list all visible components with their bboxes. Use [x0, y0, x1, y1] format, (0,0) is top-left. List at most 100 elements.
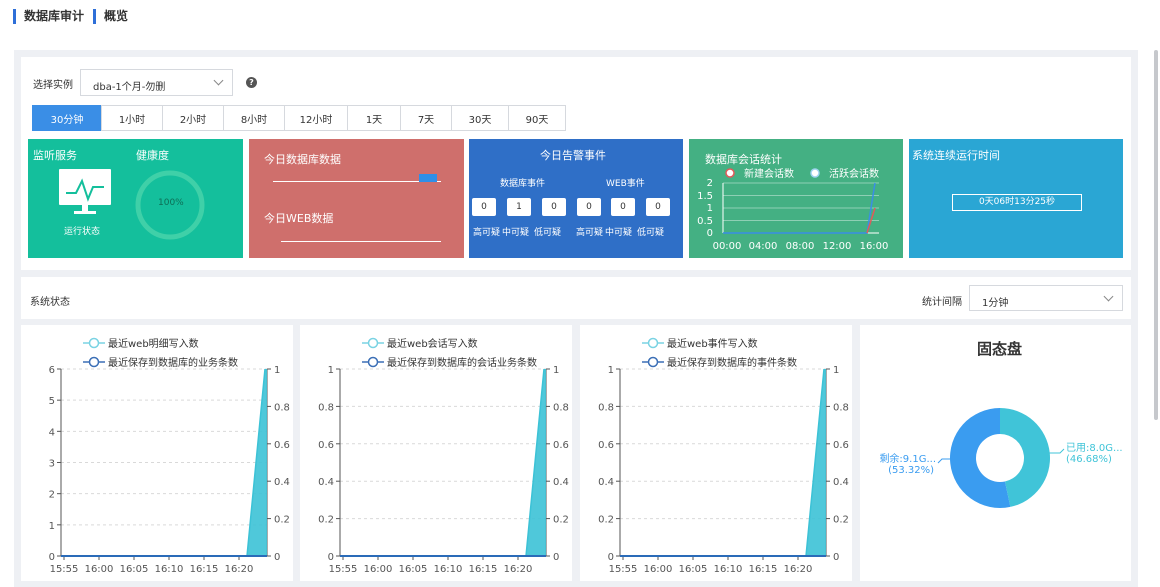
right-tick-label: 0.4 [833, 477, 849, 488]
disk-used-slice [1000, 408, 1050, 507]
interval-label: 统计间隔 [922, 297, 962, 308]
web-session-chart: 最近web会话写入数最近保存到数据库的会话业务条数10.80.60.40.201… [318, 337, 569, 575]
tab-2h[interactable]: 2小时 [162, 105, 224, 131]
sessions-xtick-0400: 04:00 [749, 241, 778, 252]
health-value: 100% [158, 198, 184, 208]
chevron-down-icon [1103, 291, 1114, 302]
page-scrollbar[interactable] [1154, 50, 1158, 420]
left-tick-label: 4 [49, 427, 55, 438]
right-tick-label: 0 [553, 552, 559, 563]
tab-7d[interactable]: 7天 [400, 105, 452, 131]
db-low-label: 低可疑 [534, 228, 562, 238]
tab-12h[interactable]: 12小时 [284, 105, 348, 131]
left-tick-label: 0 [328, 552, 334, 563]
tab-90d[interactable]: 90天 [508, 105, 566, 131]
right-tick-label: 0.8 [833, 402, 849, 413]
page-subtitle[interactable]: 概览 [104, 9, 128, 24]
instance-select-value: dba-1个月-勿删 [93, 82, 166, 93]
left-tick-label: 0 [608, 552, 614, 563]
x-tick-label: 16:10 [714, 564, 743, 575]
sessions-xtick-1600: 16:00 [860, 241, 889, 252]
disk-used-leader [1048, 448, 1065, 454]
web-high-count[interactable]: 0 [577, 198, 601, 216]
tab-30d[interactable]: 30天 [451, 105, 509, 131]
legend-active-marker [810, 168, 820, 178]
left-tick-label: 3 [49, 459, 55, 470]
disk-free-label: 剩余:9.1G... [879, 452, 936, 465]
today-data-card: 今日数据库数据 今日WEB数据 [249, 139, 464, 258]
tab-8h[interactable]: 8小时 [223, 105, 285, 131]
legend-new-marker [725, 168, 735, 178]
db-medium-count[interactable]: 1 [507, 198, 531, 216]
web-medium-count[interactable]: 0 [611, 198, 635, 216]
web-detail-chart: 最近web明细写入数最近保存到数据库的业务条数 6 5 4 3 2 1 0 1 0.8 0.6 0.4… [49, 337, 290, 575]
title-marker [13, 9, 16, 24]
right-tick-label: 1 [553, 365, 559, 376]
subtitle-marker [93, 9, 96, 24]
legend-top-label: 最近web会话写入数 [387, 337, 478, 350]
disk-free-pct: (53.32%) [888, 465, 934, 476]
legend-top-label: 最近web事件写入数 [667, 337, 758, 350]
disk-used-label: 已用:8.0G... [1066, 443, 1123, 454]
sessions-card: 数据库会话统计 新建会话数 活跃会话数 2 1.5 1 0.5 0 00:00 … [689, 139, 903, 258]
x-tick-label: 16:20 [784, 564, 813, 575]
right-tick-label: 0.2 [274, 515, 290, 526]
x-tick-label: 16:20 [225, 564, 254, 575]
page: 数据库审计 概览 选择实例 dba-1个月-勿删 ? 30分钟 1小时 2小时 … [0, 0, 1160, 587]
legend-top-label: 最近web明细写入数 [108, 337, 199, 350]
x-tick-label: 16:05 [679, 564, 708, 575]
series-web-line [340, 368, 545, 557]
web-low-count[interactable]: 0 [646, 198, 670, 216]
page-title: 数据库审计 [24, 9, 85, 23]
left-tick-label: 6 [49, 365, 55, 376]
monitor-title: 监听服务 [33, 149, 77, 162]
web-low-label: 低可疑 [637, 228, 665, 238]
right-tick-label: 0.6 [833, 440, 849, 451]
right-tick-label: 0.2 [553, 515, 569, 526]
instance-select[interactable]: dba-1个月-勿删 [80, 69, 233, 96]
legend-new-label: 新建会话数 [744, 167, 794, 180]
sessions-ytick-1: 1 [707, 203, 713, 214]
right-tick-label: 1 [833, 365, 839, 376]
web-events-label: WEB事件 [606, 179, 645, 189]
x-tick-label: 15:55 [50, 564, 79, 575]
db-low-count[interactable]: 0 [542, 198, 566, 216]
db-high-count[interactable]: 0 [472, 198, 496, 216]
interval-select[interactable]: 1分钟 [969, 285, 1123, 311]
question-circle-icon[interactable]: ? [246, 77, 257, 88]
sessions-xtick-0800: 08:00 [786, 241, 815, 252]
legend-bottom-marker [647, 356, 659, 368]
left-tick-label: 0.6 [598, 440, 614, 451]
left-tick-label: 1 [328, 365, 334, 376]
tab-1h[interactable]: 1小时 [101, 105, 163, 131]
web-medium-label: 中可疑 [605, 228, 633, 238]
tab-30min[interactable]: 30分钟 [32, 105, 102, 131]
today-db-slider[interactable] [419, 174, 437, 182]
left-tick-label: 0.4 [598, 477, 614, 488]
chart-panel-web-event: 最近web事件写入数 最近保存到数据库的事件条数 1 0.8 0.6 0.4 0.2 0 1 0.… [580, 325, 852, 581]
sessions-chart: 新建会话数 活跃会话数 2 1.5 1 0.5 0 00:00 04:00 08… [697, 167, 889, 252]
x-tick-label: 16:15 [749, 564, 778, 575]
x-tick-label: 16:10 [155, 564, 184, 575]
disk-free-leader [937, 458, 951, 464]
legend-bottom-marker [88, 356, 100, 368]
chevron-down-icon [213, 75, 224, 86]
right-tick-label: 0.6 [274, 440, 290, 451]
x-tick-label: 16:15 [469, 564, 498, 575]
chart-panel-web-session: 最近web会话写入数 最近保存到数据库的会话业务条数 1 0.8 0.6 0.4 0.2 0 1… [300, 325, 572, 581]
left-tick-label: 0.2 [598, 515, 614, 526]
time-range-tabs: 30分钟 1小时 2小时 8小时 12小时 1天 7天 30天 90天 [32, 105, 566, 131]
x-tick-label: 16:05 [399, 564, 428, 575]
right-tick-label: 0.4 [553, 477, 569, 488]
x-tick-label: 16:00 [644, 564, 673, 575]
x-tick-label: 16:00 [85, 564, 114, 575]
series-web-line [620, 368, 825, 557]
alerts-card: 今日告警事件 数据库事件 WEB事件 0 1 0 0 0 0 高可疑 中可疑 低… [469, 139, 683, 258]
sessions-ytick-0: 0 [707, 228, 713, 239]
db-medium-label: 中可疑 [502, 228, 530, 238]
tab-1d[interactable]: 1天 [347, 105, 401, 131]
status-title: 系统状态 [30, 297, 70, 308]
right-tick-label: 1 [274, 365, 280, 376]
sessions-ytick-2: 2 [707, 178, 713, 189]
x-tick-label: 16:20 [504, 564, 533, 575]
